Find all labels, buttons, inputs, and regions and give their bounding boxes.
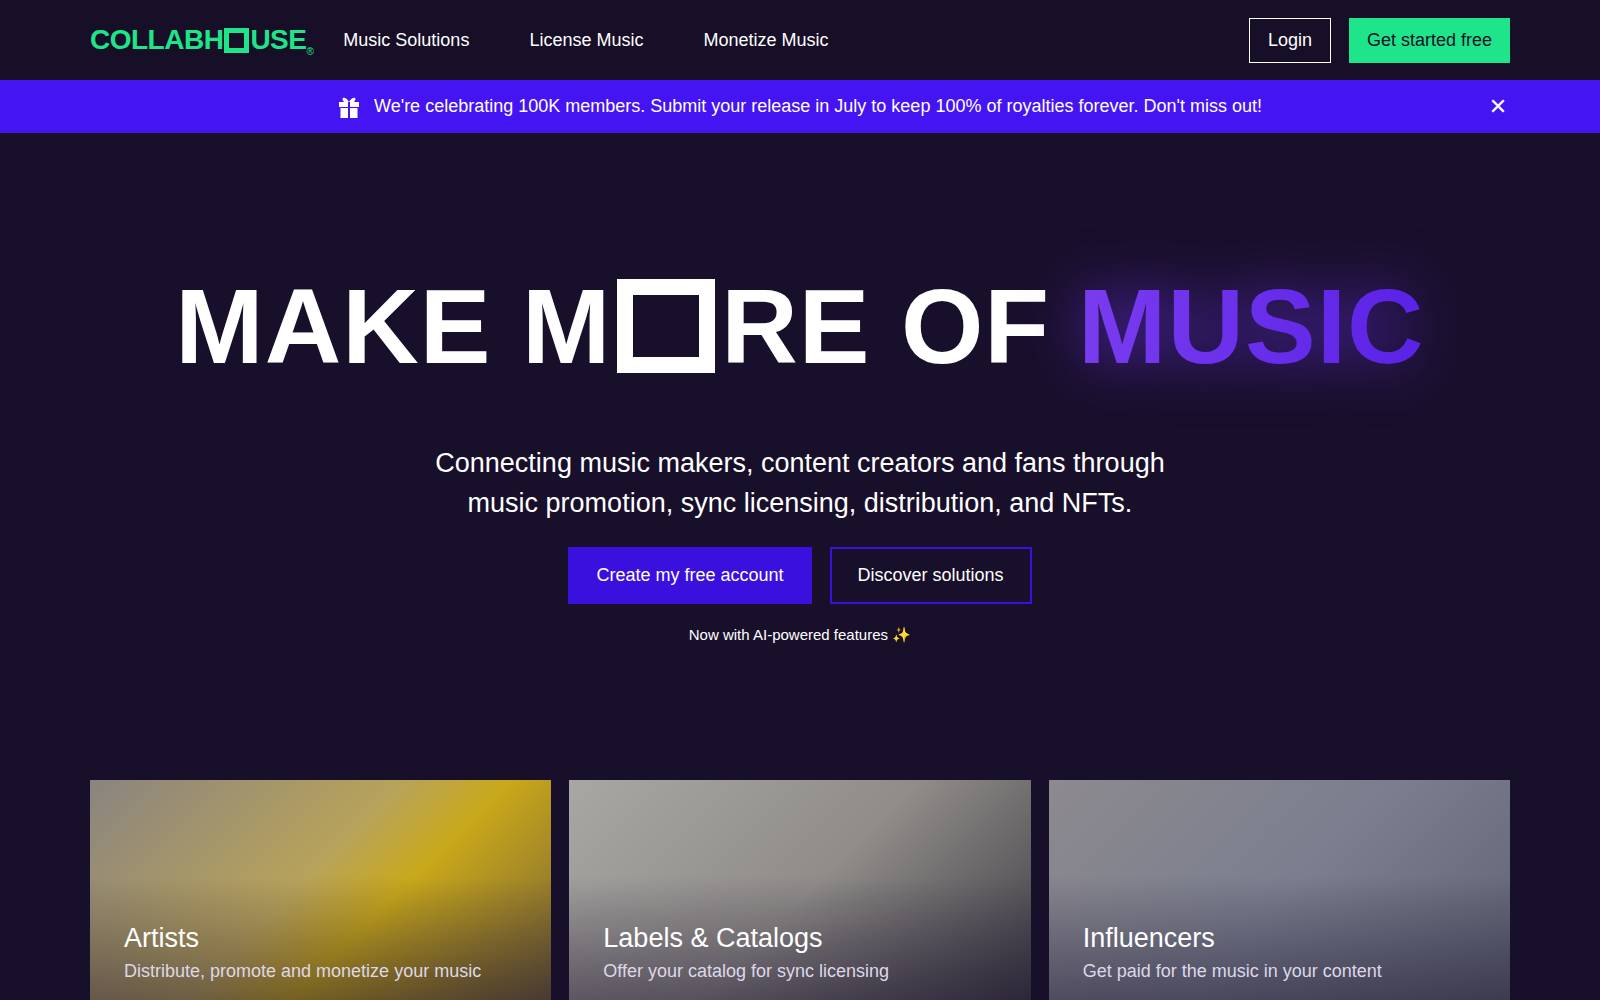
promo-banner: We're celebrating 100K members. Submit y… [0,80,1600,133]
discover-button[interactable]: Discover solutions [830,547,1032,604]
audience-card[interactable]: Artists Distribute, promote and monetize … [90,780,551,1000]
headline-accent: MUSIC [1078,273,1425,379]
audience-cards: Artists Distribute, promote and monetize … [0,644,1600,1000]
logo-square-icon [224,28,249,53]
card-title: Labels & Catalogs [603,921,996,955]
headline-middle: RE OF [721,273,1050,379]
card-subtitle: Offer your catalog for sync licensing [603,961,996,982]
logo-text-end: USE [250,24,306,56]
logo[interactable]: COLLABH USE® [90,24,313,57]
ai-note: Now with AI-powered features ✨ [689,626,911,644]
card-subtitle: Get paid for the music in your content [1083,961,1476,982]
nav-link[interactable]: Monetize Music [703,30,828,51]
nav-link[interactable]: Music Solutions [343,30,469,51]
headline-square-icon [617,279,715,373]
audience-card[interactable]: Influencers Get paid for the music in you… [1049,780,1510,1000]
audience-card[interactable]: Labels & Catalogs Offer your catalog for … [569,780,1030,1000]
subtitle-line: music promotion, sync licensing, distrib… [468,483,1133,523]
create-account-button[interactable]: Create my free account [568,547,811,604]
card-title: Influencers [1083,921,1476,955]
nav-actions: Login Get started free [1249,18,1510,63]
get-started-button[interactable]: Get started free [1349,18,1510,63]
hero: MAKE M RE OF MUSIC Connecting music makers,… [0,133,1600,644]
gift-icon [338,95,360,119]
subtitle: Connecting music makers, content creator… [435,443,1164,523]
headline: MAKE M RE OF MUSIC [175,273,1424,379]
headline-start: MAKE M [175,273,611,379]
close-icon[interactable]: ✕ [1488,97,1508,117]
logo-text-start: COLLABH [90,24,223,56]
login-button[interactable]: Login [1249,18,1331,63]
banner-text: We're celebrating 100K members. Submit y… [374,96,1262,117]
nav-links: Music Solutions License Music Monetize Mus… [343,30,1249,51]
card-subtitle: Distribute, promote and monetize your mu… [124,961,517,982]
registered-mark: ® [306,46,313,57]
card-title: Artists [124,921,517,955]
top-nav: COLLABHUSE®Music SolutionsLicense MusicM… [0,0,1600,80]
cta-row: Create my free account Discover solutions [568,547,1031,604]
subtitle-line: Connecting music makers, content creator… [435,443,1164,483]
nav-link[interactable]: License Music [529,30,643,51]
